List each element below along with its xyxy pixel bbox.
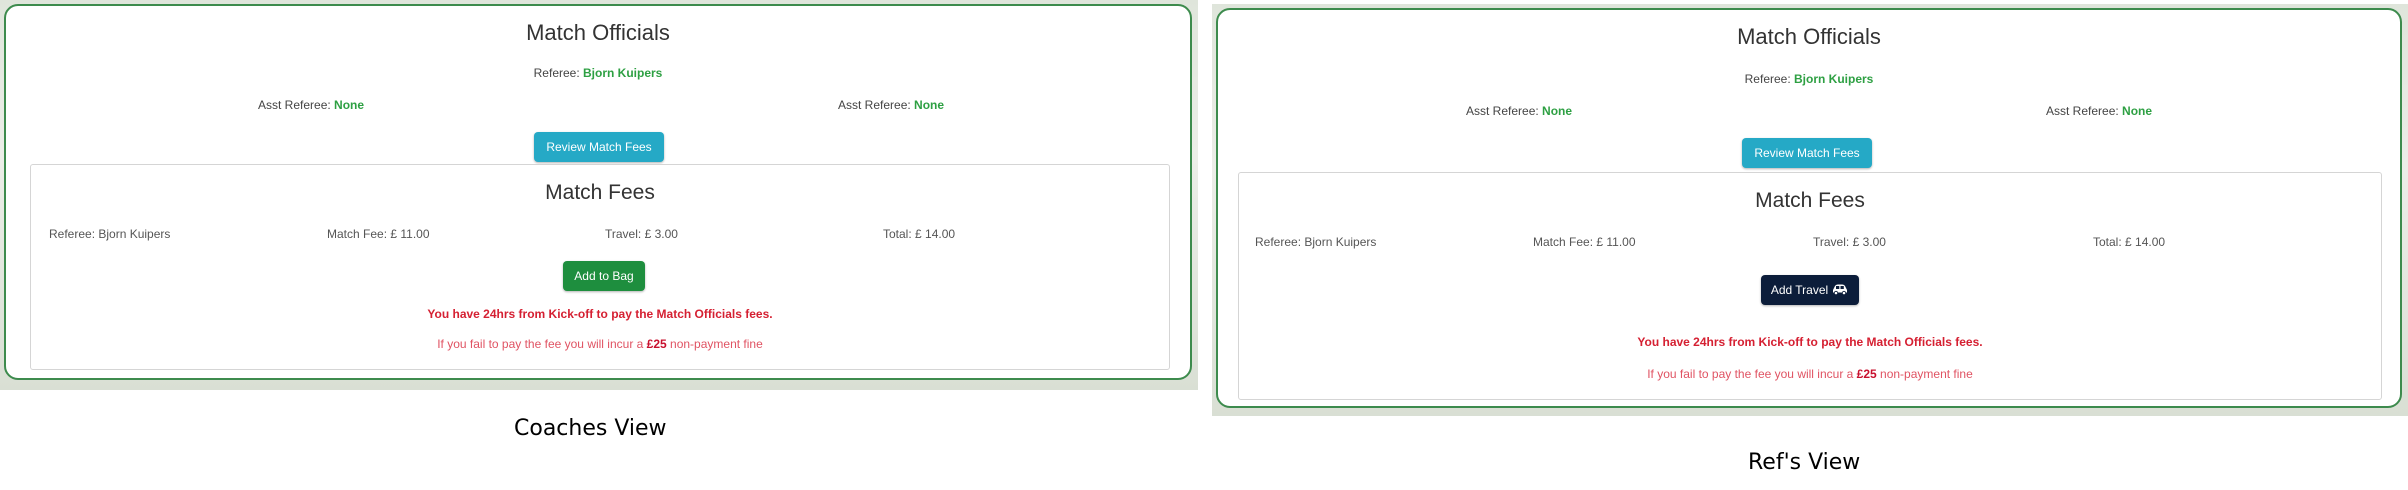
- fine-suffix: non-payment fine: [666, 337, 763, 351]
- asst-referee-1: Asst Referee: None: [258, 98, 364, 112]
- fine-notice: If you fail to pay the fee you will incu…: [31, 337, 1169, 351]
- asst-referee-1: Asst Referee: None: [1466, 104, 1572, 118]
- add-travel-label: Add Travel: [1770, 283, 1829, 297]
- section-title: Match Officials: [526, 20, 670, 45]
- asst-referee-2-value: None: [914, 98, 945, 112]
- asst-referee-2: Asst Referee: None: [838, 98, 944, 112]
- asst-referee-2: Asst Referee: None: [2046, 104, 2152, 118]
- match-officials-card: Match Officials Referee: Bjorn Kuipers A…: [1216, 8, 2402, 408]
- payment-warning: You have 24hrs from Kick-off to pay the …: [427, 307, 773, 321]
- refs-view-screenshot: Match Officials Referee: Bjorn Kuipers A…: [1212, 4, 2408, 416]
- match-fees-title: Match Fees: [1755, 189, 1865, 212]
- fee-match: Match Fee: £ 11.00: [327, 227, 430, 241]
- fee-travel: Travel: £ 3.00: [1813, 235, 1886, 249]
- add-travel-button[interactable]: Add Travel: [1761, 275, 1859, 305]
- coaches-view-screenshot: Match Officials Referee: Bjorn Kuipers A…: [0, 0, 1198, 390]
- fee-total: Total: £ 14.00: [2093, 235, 2166, 249]
- asst-referee-2-value: None: [2122, 104, 2153, 118]
- fee-referee: Referee: Bjorn Kuipers: [1255, 235, 1377, 249]
- referee-line: Referee: Bjorn Kuipers: [6, 66, 1190, 80]
- asst-referee-2-label: Asst Referee:: [2046, 104, 2119, 118]
- fine-amount: £25: [646, 337, 667, 351]
- referee-label: Referee:: [1744, 72, 1791, 86]
- referee-name: Bjorn Kuipers: [583, 66, 663, 80]
- fine-prefix: If you fail to pay the fee you will incu…: [1647, 367, 1857, 381]
- review-match-fees-button[interactable]: Review Match Fees: [534, 132, 664, 162]
- asst-referee-1-value: None: [1542, 104, 1573, 118]
- fee-match: Match Fee: £ 11.00: [1533, 235, 1636, 249]
- asst-referee-1-label: Asst Referee:: [1466, 104, 1539, 118]
- fee-travel: Travel: £ 3.00: [605, 227, 678, 241]
- fine-amount: £25: [1856, 367, 1877, 381]
- review-match-fees-button[interactable]: Review Match Fees: [1742, 138, 1872, 168]
- referee-label: Referee:: [533, 66, 580, 80]
- match-fees-panel: Match Fees Referee: Bjorn Kuipers Match …: [1238, 172, 2382, 400]
- asst-referee-1-value: None: [334, 98, 365, 112]
- referee-name: Bjorn Kuipers: [1794, 72, 1874, 86]
- match-fees-panel: Match Fees Referee: Bjorn Kuipers Match …: [30, 164, 1170, 370]
- fine-prefix: If you fail to pay the fee you will incu…: [437, 337, 647, 351]
- match-officials-card: Match Officials Referee: Bjorn Kuipers A…: [4, 4, 1192, 380]
- referee-line: Referee: Bjorn Kuipers: [1218, 72, 2400, 86]
- section-title: Match Officials: [1737, 24, 1881, 49]
- fee-total: Total: £ 14.00: [883, 227, 956, 241]
- fee-referee: Referee: Bjorn Kuipers: [49, 227, 171, 241]
- fine-suffix: non-payment fine: [1876, 367, 1973, 381]
- add-to-bag-button[interactable]: Add to Bag: [563, 261, 645, 291]
- refs-view-caption: Ref's View: [1748, 450, 1861, 475]
- match-fees-title: Match Fees: [545, 181, 655, 204]
- coaches-view-caption: Coaches View: [514, 416, 667, 441]
- fine-notice: If you fail to pay the fee you will incu…: [1239, 367, 2381, 381]
- asst-referee-2-label: Asst Referee:: [838, 98, 911, 112]
- payment-warning: You have 24hrs from Kick-off to pay the …: [1637, 335, 1983, 349]
- car-icon: [1831, 283, 1849, 298]
- asst-referee-1-label: Asst Referee:: [258, 98, 331, 112]
